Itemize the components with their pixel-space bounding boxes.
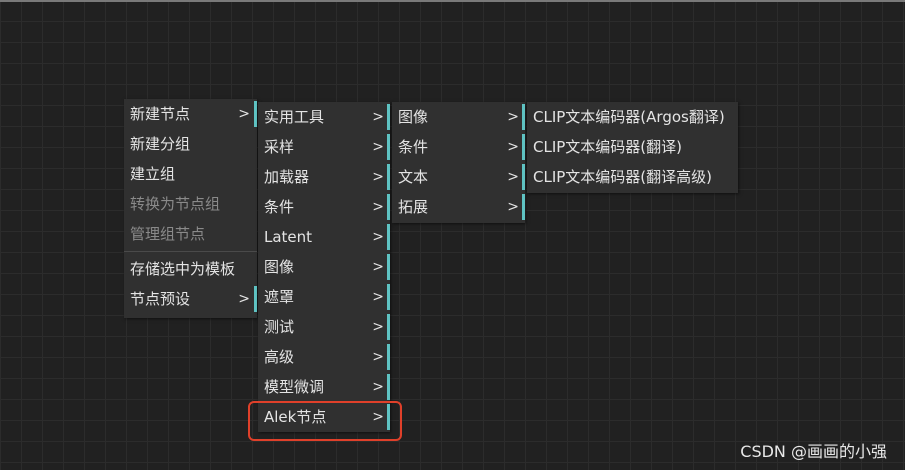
annotation-highlight-box	[248, 401, 402, 441]
menu-item-alek-image[interactable]: 图像 >	[392, 102, 525, 132]
menu-item-label: Latent	[264, 228, 313, 246]
menu-item-loaders[interactable]: 加载器 >	[258, 162, 390, 192]
menu-item-clip-translate-advanced[interactable]: CLIP文本编码器(翻译高级)	[527, 162, 738, 192]
menu-item-convert-to-group-node: 转换为节点组	[124, 189, 257, 219]
menu-item-alek-extensions[interactable]: 拓展 >	[392, 192, 525, 222]
menu-item-model-finetune[interactable]: 模型微调 >	[258, 372, 390, 402]
chevron-right-icon: >	[507, 169, 519, 185]
menu-item-label: 条件	[264, 198, 295, 216]
menu-item-mask[interactable]: 遮罩 >	[258, 282, 390, 312]
chevron-right-icon: >	[372, 289, 384, 305]
window-top-border	[0, 0, 905, 2]
chevron-right-icon: >	[507, 139, 519, 155]
chevron-right-icon: >	[238, 291, 250, 307]
menu-item-label: 条件	[398, 138, 429, 156]
chevron-right-icon: >	[507, 109, 519, 125]
chevron-right-icon: >	[372, 229, 384, 245]
menu-item-label: CLIP文本编码器(Argos翻译)	[533, 108, 725, 126]
menu-item-label: 新建节点	[130, 105, 191, 123]
menu-item-sampling[interactable]: 采样 >	[258, 132, 390, 162]
chevron-right-icon: >	[372, 259, 384, 275]
menu-item-image[interactable]: 图像 >	[258, 252, 390, 282]
chevron-right-icon: >	[372, 319, 384, 335]
menu-item-label: 节点预设	[130, 290, 191, 308]
menu-item-label: 遮罩	[264, 288, 295, 306]
menu-item-advanced[interactable]: 高级 >	[258, 342, 390, 372]
menu-item-label: 拓展	[398, 198, 429, 216]
menu-item-create-group[interactable]: 建立组	[124, 159, 257, 189]
context-menu-text-nodes: CLIP文本编码器(Argos翻译) CLIP文本编码器(翻译) CLIP文本编…	[527, 102, 738, 193]
menu-item-save-selected-as-template[interactable]: 存储选中为模板	[124, 254, 257, 284]
menu-item-label: 图像	[398, 108, 429, 126]
context-menu-root: 新建节点 > 新建分组 建立组 转换为节点组 管理组节点 存储选中为模板 节点预…	[124, 99, 257, 318]
context-menu-node-categories: 实用工具 > 采样 > 加载器 > 条件 > Latent > 图像 > 遮罩 …	[258, 102, 390, 432]
chevron-right-icon: >	[372, 109, 384, 125]
menu-item-latent[interactable]: Latent >	[258, 222, 390, 252]
menu-item-label: 建立组	[130, 165, 176, 183]
menu-item-utils[interactable]: 实用工具 >	[258, 102, 390, 132]
menu-item-label: 存储选中为模板	[130, 260, 236, 278]
menu-item-label: 高级	[264, 348, 295, 366]
menu-item-label: 采样	[264, 138, 295, 156]
menu-item-label: 实用工具	[264, 108, 325, 126]
menu-item-clip-translate[interactable]: CLIP文本编码器(翻译)	[527, 132, 738, 162]
chevron-right-icon: >	[372, 199, 384, 215]
menu-item-alek-conditioning[interactable]: 条件 >	[392, 132, 525, 162]
context-menu-alek-subcategories: 图像 > 条件 > 文本 > 拓展 >	[392, 102, 525, 223]
chevron-right-icon: >	[372, 169, 384, 185]
menu-item-label: 新建分组	[130, 135, 191, 153]
menu-item-new-node[interactable]: 新建节点 >	[124, 99, 257, 129]
menu-item-node-presets[interactable]: 节点预设 >	[124, 284, 257, 314]
chevron-right-icon: >	[372, 349, 384, 365]
chevron-right-icon: >	[372, 139, 384, 155]
menu-item-label: CLIP文本编码器(翻译高级)	[533, 168, 713, 186]
menu-item-label: 加载器	[264, 168, 310, 186]
menu-item-new-group[interactable]: 新建分组	[124, 129, 257, 159]
menu-item-manage-group-nodes: 管理组节点	[124, 219, 257, 249]
menu-item-alek-text[interactable]: 文本 >	[392, 162, 525, 192]
chevron-right-icon: >	[372, 379, 384, 395]
menu-item-label: 测试	[264, 318, 295, 336]
menu-item-clip-argos-translate[interactable]: CLIP文本编码器(Argos翻译)	[527, 102, 738, 132]
menu-item-label: CLIP文本编码器(翻译)	[533, 138, 683, 156]
menu-item-label: 图像	[264, 258, 295, 276]
menu-item-label: 转换为节点组	[130, 195, 221, 213]
menu-item-testing[interactable]: 测试 >	[258, 312, 390, 342]
menu-item-label: 模型微调	[264, 378, 325, 396]
menu-item-conditioning[interactable]: 条件 >	[258, 192, 390, 222]
chevron-right-icon: >	[238, 106, 250, 122]
menu-item-label: 文本	[398, 168, 429, 186]
menu-item-label: 管理组节点	[130, 225, 206, 243]
watermark-text: CSDN @画画的小强	[740, 442, 887, 461]
node-graph-canvas[interactable]: 新建节点 > 新建分组 建立组 转换为节点组 管理组节点 存储选中为模板 节点预…	[0, 0, 905, 470]
chevron-right-icon: >	[507, 199, 519, 215]
menu-separator	[124, 251, 257, 252]
